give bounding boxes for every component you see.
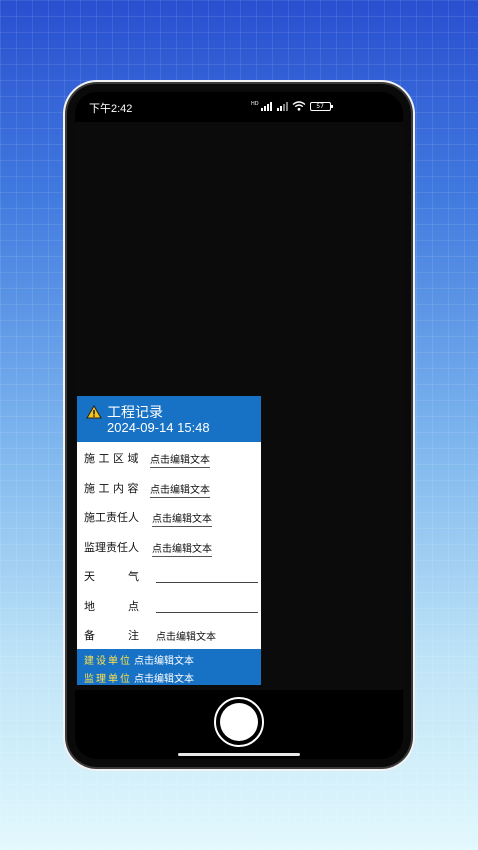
- card-footer: 建设单位 点击编辑文本 监理单位 点击编辑文本: [77, 649, 261, 685]
- footer-construction-unit[interactable]: 建设单位 点击编辑文本: [84, 652, 194, 667]
- field-construction-area[interactable]: 施 工 区 域 点击编辑文本: [84, 448, 254, 468]
- wifi-icon: [292, 101, 306, 111]
- field-value[interactable]: 点击编辑文本: [152, 510, 212, 527]
- hd-label: HD: [251, 100, 259, 107]
- field-supervisor[interactable]: 监理责任人 点击编辑文本: [84, 537, 254, 557]
- field-label: 施 工 内 容: [84, 482, 139, 495]
- watermark-card[interactable]: 工程记录 2024-09-14 15:48 施 工 区 域 点击编辑文本 施 工…: [77, 396, 261, 685]
- field-value[interactable]: 点击编辑文本: [150, 481, 210, 498]
- field-value[interactable]: 点击编辑文本: [150, 451, 210, 468]
- field-label: 施工责任人: [84, 511, 139, 524]
- status-bar: 下午2:42 HD 57: [75, 92, 403, 122]
- status-icons: HD 57: [251, 100, 333, 111]
- field-label: 施 工 区 域: [84, 452, 139, 465]
- signal-icon: HD: [251, 100, 288, 111]
- phone-frame: 下午2:42 HD 57 工程记录 2024-09-14 15:48 施 工 区…: [67, 84, 411, 767]
- field-label: 天 气: [84, 570, 139, 583]
- home-indicator[interactable]: [178, 753, 300, 756]
- field-value[interactable]: 点击编辑文本: [152, 540, 212, 557]
- field-label: 备 注: [84, 629, 139, 642]
- field-value-line[interactable]: [156, 582, 258, 583]
- card-datetime[interactable]: 2024-09-14 15:48: [107, 420, 210, 435]
- field-remarks[interactable]: 备 注 点击编辑文本: [84, 625, 260, 645]
- footer-value[interactable]: 点击编辑文本: [134, 656, 194, 667]
- card-header: 工程记录 2024-09-14 15:48: [77, 396, 261, 442]
- footer-value[interactable]: 点击编辑文本: [134, 674, 194, 685]
- field-weather[interactable]: 天 气: [84, 566, 260, 586]
- field-location[interactable]: 地 点: [84, 596, 260, 616]
- camera-screen: 下午2:42 HD 57 工程记录 2024-09-14 15:48 施 工 区…: [75, 92, 403, 759]
- field-responsible-person[interactable]: 施工责任人 点击编辑文本: [84, 507, 254, 527]
- field-label: 地 点: [84, 600, 139, 613]
- card-title[interactable]: 工程记录: [107, 402, 163, 422]
- camera-controls: [75, 690, 403, 759]
- footer-label: 建设单位: [84, 656, 132, 667]
- field-value[interactable]: 点击编辑文本: [156, 628, 216, 644]
- footer-supervision-unit[interactable]: 监理单位 点击编辑文本: [84, 670, 194, 685]
- status-time: 下午2:42: [89, 103, 133, 115]
- battery-icon: 57: [309, 101, 333, 111]
- field-construction-content[interactable]: 施 工 内 容 点击编辑文本: [84, 478, 254, 498]
- field-label: 监理责任人: [84, 541, 139, 554]
- warning-icon: [86, 404, 102, 423]
- shutter-button[interactable]: [214, 697, 264, 747]
- footer-label: 监理单位: [84, 674, 132, 685]
- field-value-line[interactable]: [156, 612, 258, 613]
